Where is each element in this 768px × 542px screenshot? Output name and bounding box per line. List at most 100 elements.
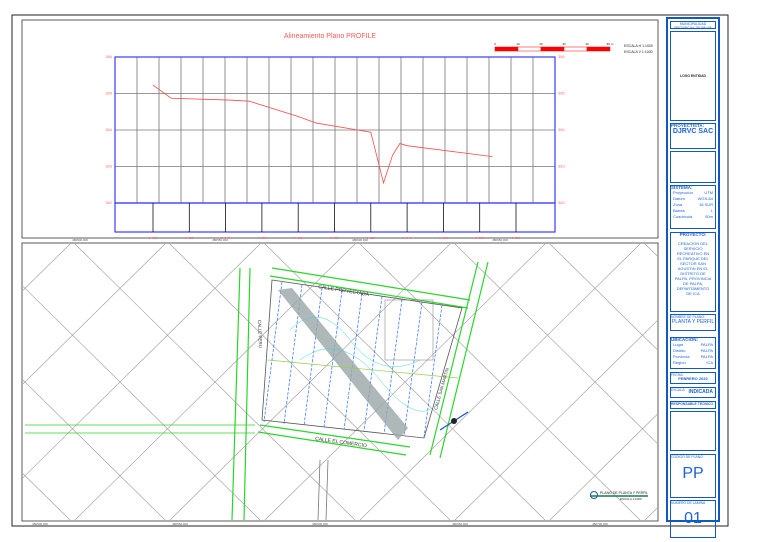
scale-bar-segment [563,46,588,52]
elevation-tick-left: 384 [105,127,112,132]
drawing-sheet: Alineamiento Plano PROFILE 0 10 20 30 40 50 m… [11,14,768,527]
coord-label-top: 480550.000 [212,238,228,242]
street-san-martin-edge [429,261,489,459]
street-calle-peru-edge [231,267,251,520]
profile-point [492,156,493,157]
ubicacion-box: UBICACION: Lugar PALPA Distrito PALPA Provin… [670,337,716,369]
station-label: 0+020 [185,236,194,240]
coord-label-top: 480500.000 [72,238,88,242]
proyecto-label: PROYECTO: [679,232,707,237]
elevation-tick-right: 386 [558,54,565,59]
coord-label-top: 480600.000 [352,238,368,242]
channel-band [278,288,408,440]
company-name: DJRVC SAC [672,128,714,135]
scale-bar-tick: 50 m [607,42,614,46]
grid-line [23,473,71,520]
coord-label-bottom: 480650.000 [452,522,468,526]
label-calle-san-martin: CALLE SAN MARTIN [433,367,450,410]
title-block: MUNICIPALIDAD PROVINCIAL DE PALPA LOGO E… [666,17,720,538]
ubicacion-value: ICA [706,360,713,365]
scale-bar-tick: 10 [516,42,520,46]
ubicacion-row: Region ICA [671,360,715,366]
profile-point [370,131,372,133]
plan-view: CALLE PROYECTADA CALLE PERU CALLE EL COM… [23,244,768,520]
scale-bar-segment [586,46,611,52]
elevation-tick-right: 385 [558,91,565,96]
coord-label-bottom: 480700.000 [592,522,608,526]
scale-bar-segment [540,46,565,52]
scale-bar-tick: 40 [585,42,589,46]
lamina-value: 01 [684,510,702,527]
signatures-box [670,151,716,183]
scale-bar: 0 10 20 30 40 50 m [494,42,614,52]
signature-area [670,411,716,451]
label-calle-proyectada: CALLE PROYECTADA [318,284,370,298]
plan-title-block: PLANO DE PLANTA Y PERFIL ESCALA 1:1000 [590,491,648,501]
profile-chart: 386 386 385 385 384 384 383 383 382 382 0+000 0+020… [105,54,565,240]
scale-bar-tick: 0 [494,42,496,46]
codigo-box: CODIGO DE PLANO PP [670,454,716,498]
profile-point [248,100,250,102]
grid-line [23,244,166,385]
scale-bar-segment [494,46,519,52]
plano-name: PLANTA Y PERFIL [671,319,715,325]
profile-ground-line [152,84,493,185]
codigo-value: PP [682,465,704,482]
fecha-value: FEBRERO 2022 [678,376,708,381]
grid-line [23,244,71,291]
scale-bar-tick: 30 [562,42,566,46]
grid-line [23,285,261,520]
scale-bar-segment [517,46,542,52]
plan-frame [21,242,659,522]
profile-point [392,154,393,156]
sistema-value: 50m [705,214,713,219]
fecha-box: FECHA: FEBRERO 2022 [670,372,716,384]
label-calle-comercio: CALLE EL COMERCIO [315,436,367,449]
profile-point [316,122,317,124]
company-box: PROYECTISTA: DJRVC SAC [670,123,716,149]
station-label: 0+060 [258,236,267,240]
logo-text: LOGO ENTIDAD [680,74,706,78]
station-label: 0+200 [512,236,521,240]
station-label: 0+140 [403,236,412,240]
grid-line [740,244,768,520]
grid-line [549,244,657,350]
scale-bar-tick: 20 [539,42,543,46]
logo-box: LOGO ENTIDAD [670,31,716,121]
elevation-tick-right: 382 [558,200,565,205]
section-line [403,302,423,436]
elevation-tick-right: 383 [558,164,565,169]
profile-point [406,145,408,146]
plan-scale: ESCALA 1:1000 [620,497,642,501]
profile-point [383,182,384,184]
escala-value: INDICADA [688,389,713,395]
label-calle-peru: CALLE PERU [257,320,263,348]
entity-name: MUNICIPALIDAD PROVINCIAL DE PALPA [670,21,716,29]
scale-h: ESCALA H 1:1000 [624,44,653,48]
profile-point [152,84,154,86]
station-label: 0+160 [439,236,448,240]
station-label: 0+000 [149,236,158,240]
station-label: 0+080 [294,236,303,240]
sistema-key: Cuadricula [673,214,693,219]
profile-title: Alineamiento Plano PROFILE [284,33,377,40]
grid-line [549,414,657,520]
profile-point [399,143,401,144]
elevation-tick-left: 383 [105,164,112,169]
lamina-box: NUMERO DE LAMINA 01 [670,500,716,538]
elevation-tick-left: 386 [105,54,112,59]
plan-title: PLANO DE PLANTA Y PERFIL [600,491,648,495]
coord-label-top: 480650.000 [492,238,508,242]
grid-line [740,244,768,520]
sistema-row: Cuadricula 50m [671,214,715,220]
coord-label-bottom: 480600.000 [312,522,328,526]
profile-point [170,97,172,99]
responsable-box: RESPONSABLE TECNICO [670,401,716,409]
elevation-tick-left: 382 [105,200,112,205]
grid-line [23,244,261,479]
plano-box: NOMBRE DE PLANO: PLANTA Y PERFIL [670,314,716,331]
proyecto-box: PROYECTO: CREACION DEL SERVICIO RECREATI… [670,232,716,312]
profile-point [297,116,299,117]
ubicacion-key: Region [673,360,686,365]
coord-label-bottom: 480500.000 [32,522,48,526]
